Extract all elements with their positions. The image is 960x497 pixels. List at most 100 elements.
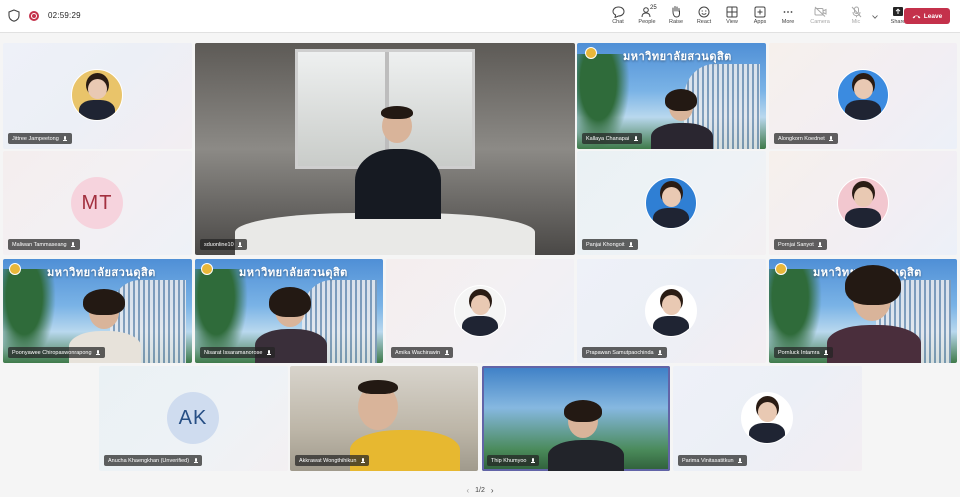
meeting-status: 02:59:29: [8, 9, 81, 22]
university-logo-icon: [775, 263, 787, 275]
chat-button[interactable]: Chat: [604, 5, 632, 29]
gallery-pager: ‹ 1/2 ›: [0, 484, 960, 497]
chevron-right-icon[interactable]: ›: [491, 486, 494, 495]
avatar: [71, 69, 123, 121]
participant-name-tag: Parima Vinitasatitkun: [678, 455, 747, 466]
mic-icon: [193, 457, 198, 464]
mic-icon: [738, 457, 743, 464]
mic-icon: [71, 241, 76, 248]
participant-name-tag: Jittree Jampeetong: [8, 133, 72, 144]
participant-tile[interactable]: Jittree Jampeetong: [3, 43, 192, 149]
camera-off-icon: [813, 5, 827, 18]
more-ellipsis-icon: [781, 5, 795, 18]
meeting-toolbar: 02:59:29 Chat 25 People Raise React View…: [0, 0, 960, 33]
participant-tile[interactable]: มหาวิทยาลัยสวนดุสิต Pornluck Intamra: [769, 259, 957, 363]
leave-button[interactable]: Leave: [904, 8, 950, 24]
mic-icon: [530, 457, 535, 464]
hang-up-icon: [912, 15, 921, 18]
participant-name-tag: Prapawan Samutpaochinda: [582, 347, 667, 358]
presenter-video: [355, 106, 445, 229]
university-logo-icon: [201, 263, 213, 275]
participant-name-tag: Pornluck Intamra: [774, 347, 833, 358]
camera-button[interactable]: Camera: [806, 5, 834, 29]
avatar-initials: AK: [167, 392, 219, 444]
people-button[interactable]: 25 People: [632, 5, 662, 29]
participant-tile[interactable]: มหาวิทยาลัยสวนดุสิต Kallaya Chanapai: [577, 43, 766, 149]
participant-video: [647, 89, 717, 149]
mic-icon: [824, 349, 829, 356]
participant-tile[interactable]: Prapawan Samutpaochinda: [577, 259, 766, 363]
people-count: 25: [650, 5, 657, 11]
avatar: [454, 285, 506, 337]
university-logo-icon: [9, 263, 21, 275]
participant-tile[interactable]: Amika Wachirawin: [386, 259, 574, 363]
mic-icon: [96, 349, 101, 356]
participant-tile[interactable]: Akkrawat Wongthihikun: [290, 366, 478, 471]
avatar: [837, 69, 889, 121]
mic-off-icon: [849, 5, 863, 18]
participant-name-tag: Akkrawat Wongthihikun: [295, 455, 370, 466]
participant-tile[interactable]: Parima Vinitasatitkun: [673, 366, 862, 471]
mic-icon: [818, 241, 823, 248]
chevron-down-icon: [872, 15, 878, 19]
mic-icon: [658, 349, 663, 356]
university-banner: มหาวิทยาลัยสวนดุสิต: [47, 267, 156, 279]
participant-tile[interactable]: มหาวิทยาลัยสวนดุสิต Poonyawee Chiropaswo…: [3, 259, 192, 363]
mic-icon: [829, 135, 834, 142]
page-indicator: 1/2: [475, 487, 485, 494]
participant-tile[interactable]: มหาวิทยาลัยสวนดุสิต Nisarat Issaramanoro…: [195, 259, 383, 363]
participant-tile[interactable]: sduonline10: [195, 43, 575, 255]
participant-name-tag: Alongkorn Koednet: [774, 133, 838, 144]
shield-icon[interactable]: [8, 9, 20, 22]
mic-icon: [360, 457, 365, 464]
avatar: [837, 177, 889, 229]
people-icon: 25: [640, 5, 657, 18]
participant-video: [823, 263, 923, 363]
participant-tile[interactable]: AK Anucha Khaengkhan (Unverified): [99, 366, 288, 471]
raise-hand-icon: [669, 5, 683, 18]
mic-icon: [633, 135, 638, 142]
avatar: [741, 392, 793, 444]
participant-name-tag: Panjai Khongoit: [582, 239, 638, 250]
more-button[interactable]: More: [774, 5, 802, 29]
participant-name-tag: Pornjai Sanyot: [774, 239, 827, 250]
avatar: [645, 285, 697, 337]
participant-name-tag: Poonyawee Chiropaswonrapong: [8, 347, 105, 358]
avatar: [645, 177, 697, 229]
react-smiley-icon: [697, 5, 711, 18]
apps-button[interactable]: Apps: [746, 5, 774, 29]
participant-tile[interactable]: MT Maliwan Tammaseang: [3, 151, 192, 255]
participant-name-tag: sduonline10: [200, 239, 247, 250]
participant-tile-active-speaker[interactable]: Thip Khumyoo: [482, 366, 670, 471]
react-button[interactable]: React: [690, 5, 718, 29]
avatar-initials: MT: [71, 177, 123, 229]
share-up-icon: [891, 5, 905, 18]
toolbar-actions: Chat 25 People Raise React View Apps Mor…: [604, 5, 912, 29]
mic-icon: [629, 241, 634, 248]
participant-name-tag: Thip Khumyoo: [487, 455, 540, 466]
device-settings-dropdown[interactable]: [870, 5, 880, 29]
participant-name-tag: Amika Wachirawin: [391, 347, 454, 358]
recording-icon: [29, 10, 39, 21]
participant-tile[interactable]: Pornjai Sanyot: [769, 151, 957, 255]
mic-icon: [266, 349, 271, 356]
mic-icon: [444, 349, 449, 356]
mic-icon: [238, 241, 243, 248]
participant-name-tag: Maliwan Tammaseang: [8, 239, 80, 250]
meeting-timer: 02:59:29: [48, 11, 81, 20]
view-grid-icon: [725, 5, 739, 18]
participant-video: [546, 400, 626, 471]
participant-name-tag: Anucha Khaengkhan (Unverified): [104, 455, 203, 466]
participant-grid: Jittree Jampeetong sduonline10 มหาวิทยาล…: [0, 33, 960, 479]
participant-tile[interactable]: Panjai Khongoit: [577, 151, 766, 255]
university-banner: มหาวิทยาลัยสวนดุสิต: [239, 267, 348, 279]
participant-tile[interactable]: Alongkorn Koednet: [769, 43, 957, 149]
university-banner: มหาวิทยาลัยสวนดุสิต: [623, 51, 732, 63]
leave-label: Leave: [923, 12, 943, 20]
view-button[interactable]: View: [718, 5, 746, 29]
raise-hand-button[interactable]: Raise: [662, 5, 690, 29]
mic-button[interactable]: Mic: [842, 5, 870, 29]
chevron-left-icon[interactable]: ‹: [466, 486, 469, 495]
participant-name-tag: Kallaya Chanapai: [582, 133, 643, 144]
apps-plus-icon: [753, 5, 767, 18]
